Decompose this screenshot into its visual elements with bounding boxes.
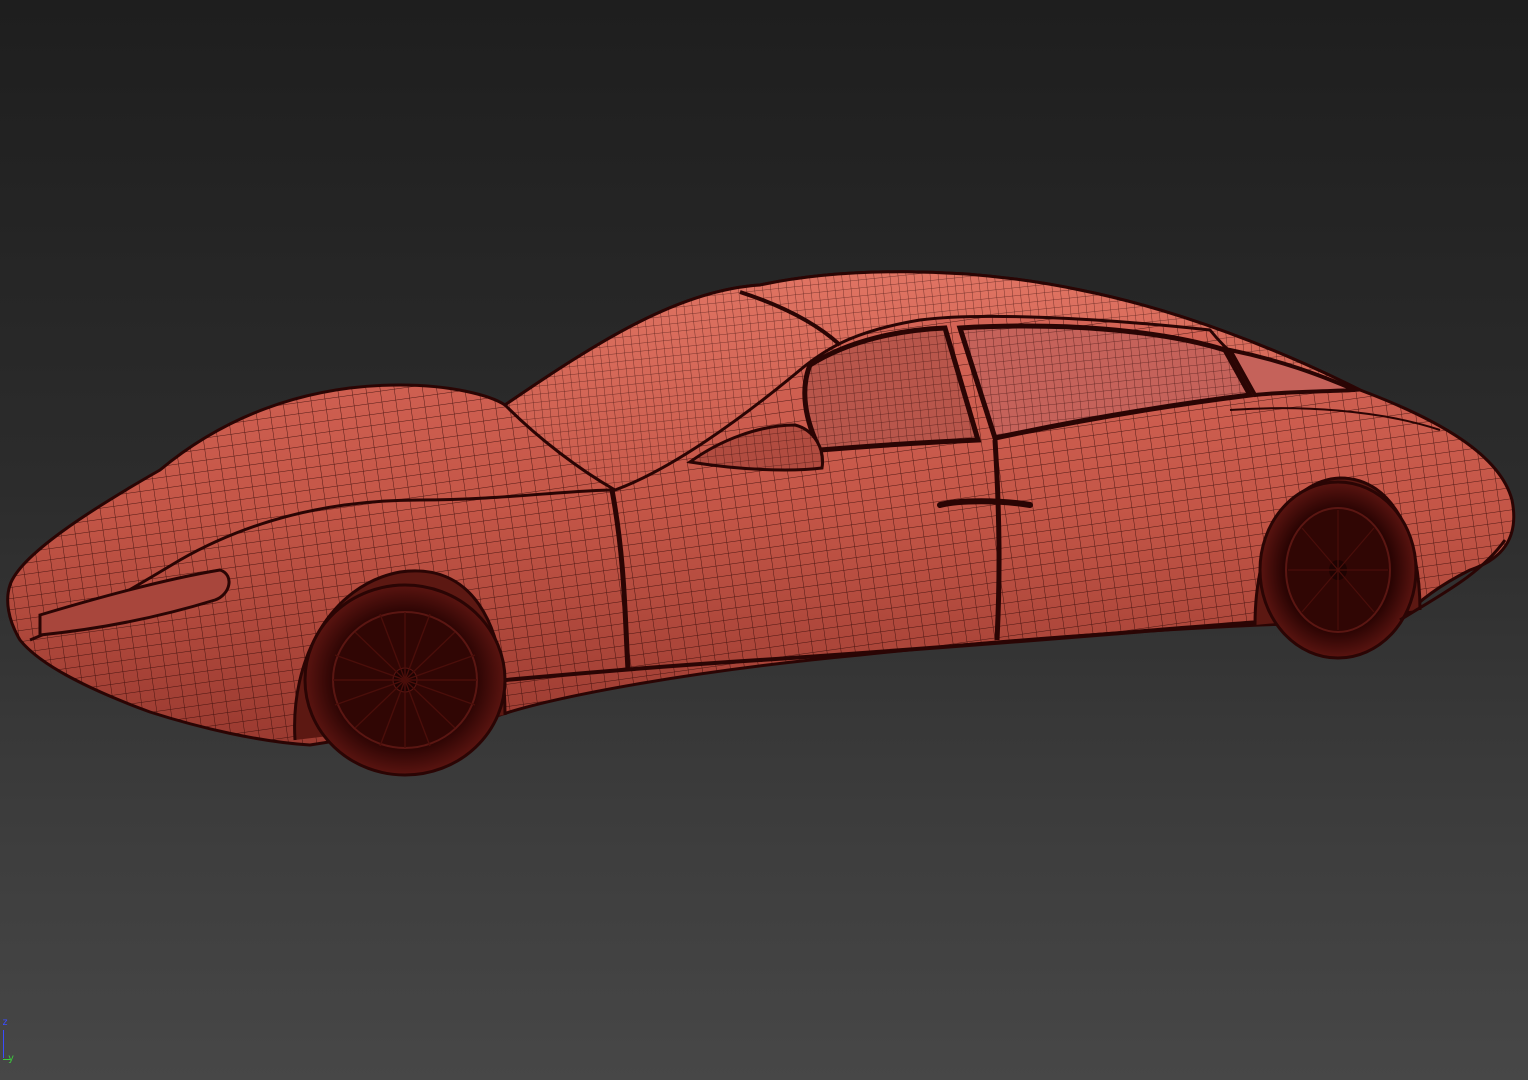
- 3d-viewport[interactable]: z y: [0, 0, 1528, 1080]
- rear-wheel: [1258, 480, 1418, 660]
- y-axis-label: y: [8, 1053, 15, 1064]
- axis-gizmo: z y: [0, 1010, 40, 1080]
- front-wheel: [303, 583, 507, 777]
- z-axis-label: z: [2, 1017, 9, 1028]
- z-axis-line: [3, 1030, 4, 1058]
- car-model-wireframe[interactable]: [0, 0, 1528, 1080]
